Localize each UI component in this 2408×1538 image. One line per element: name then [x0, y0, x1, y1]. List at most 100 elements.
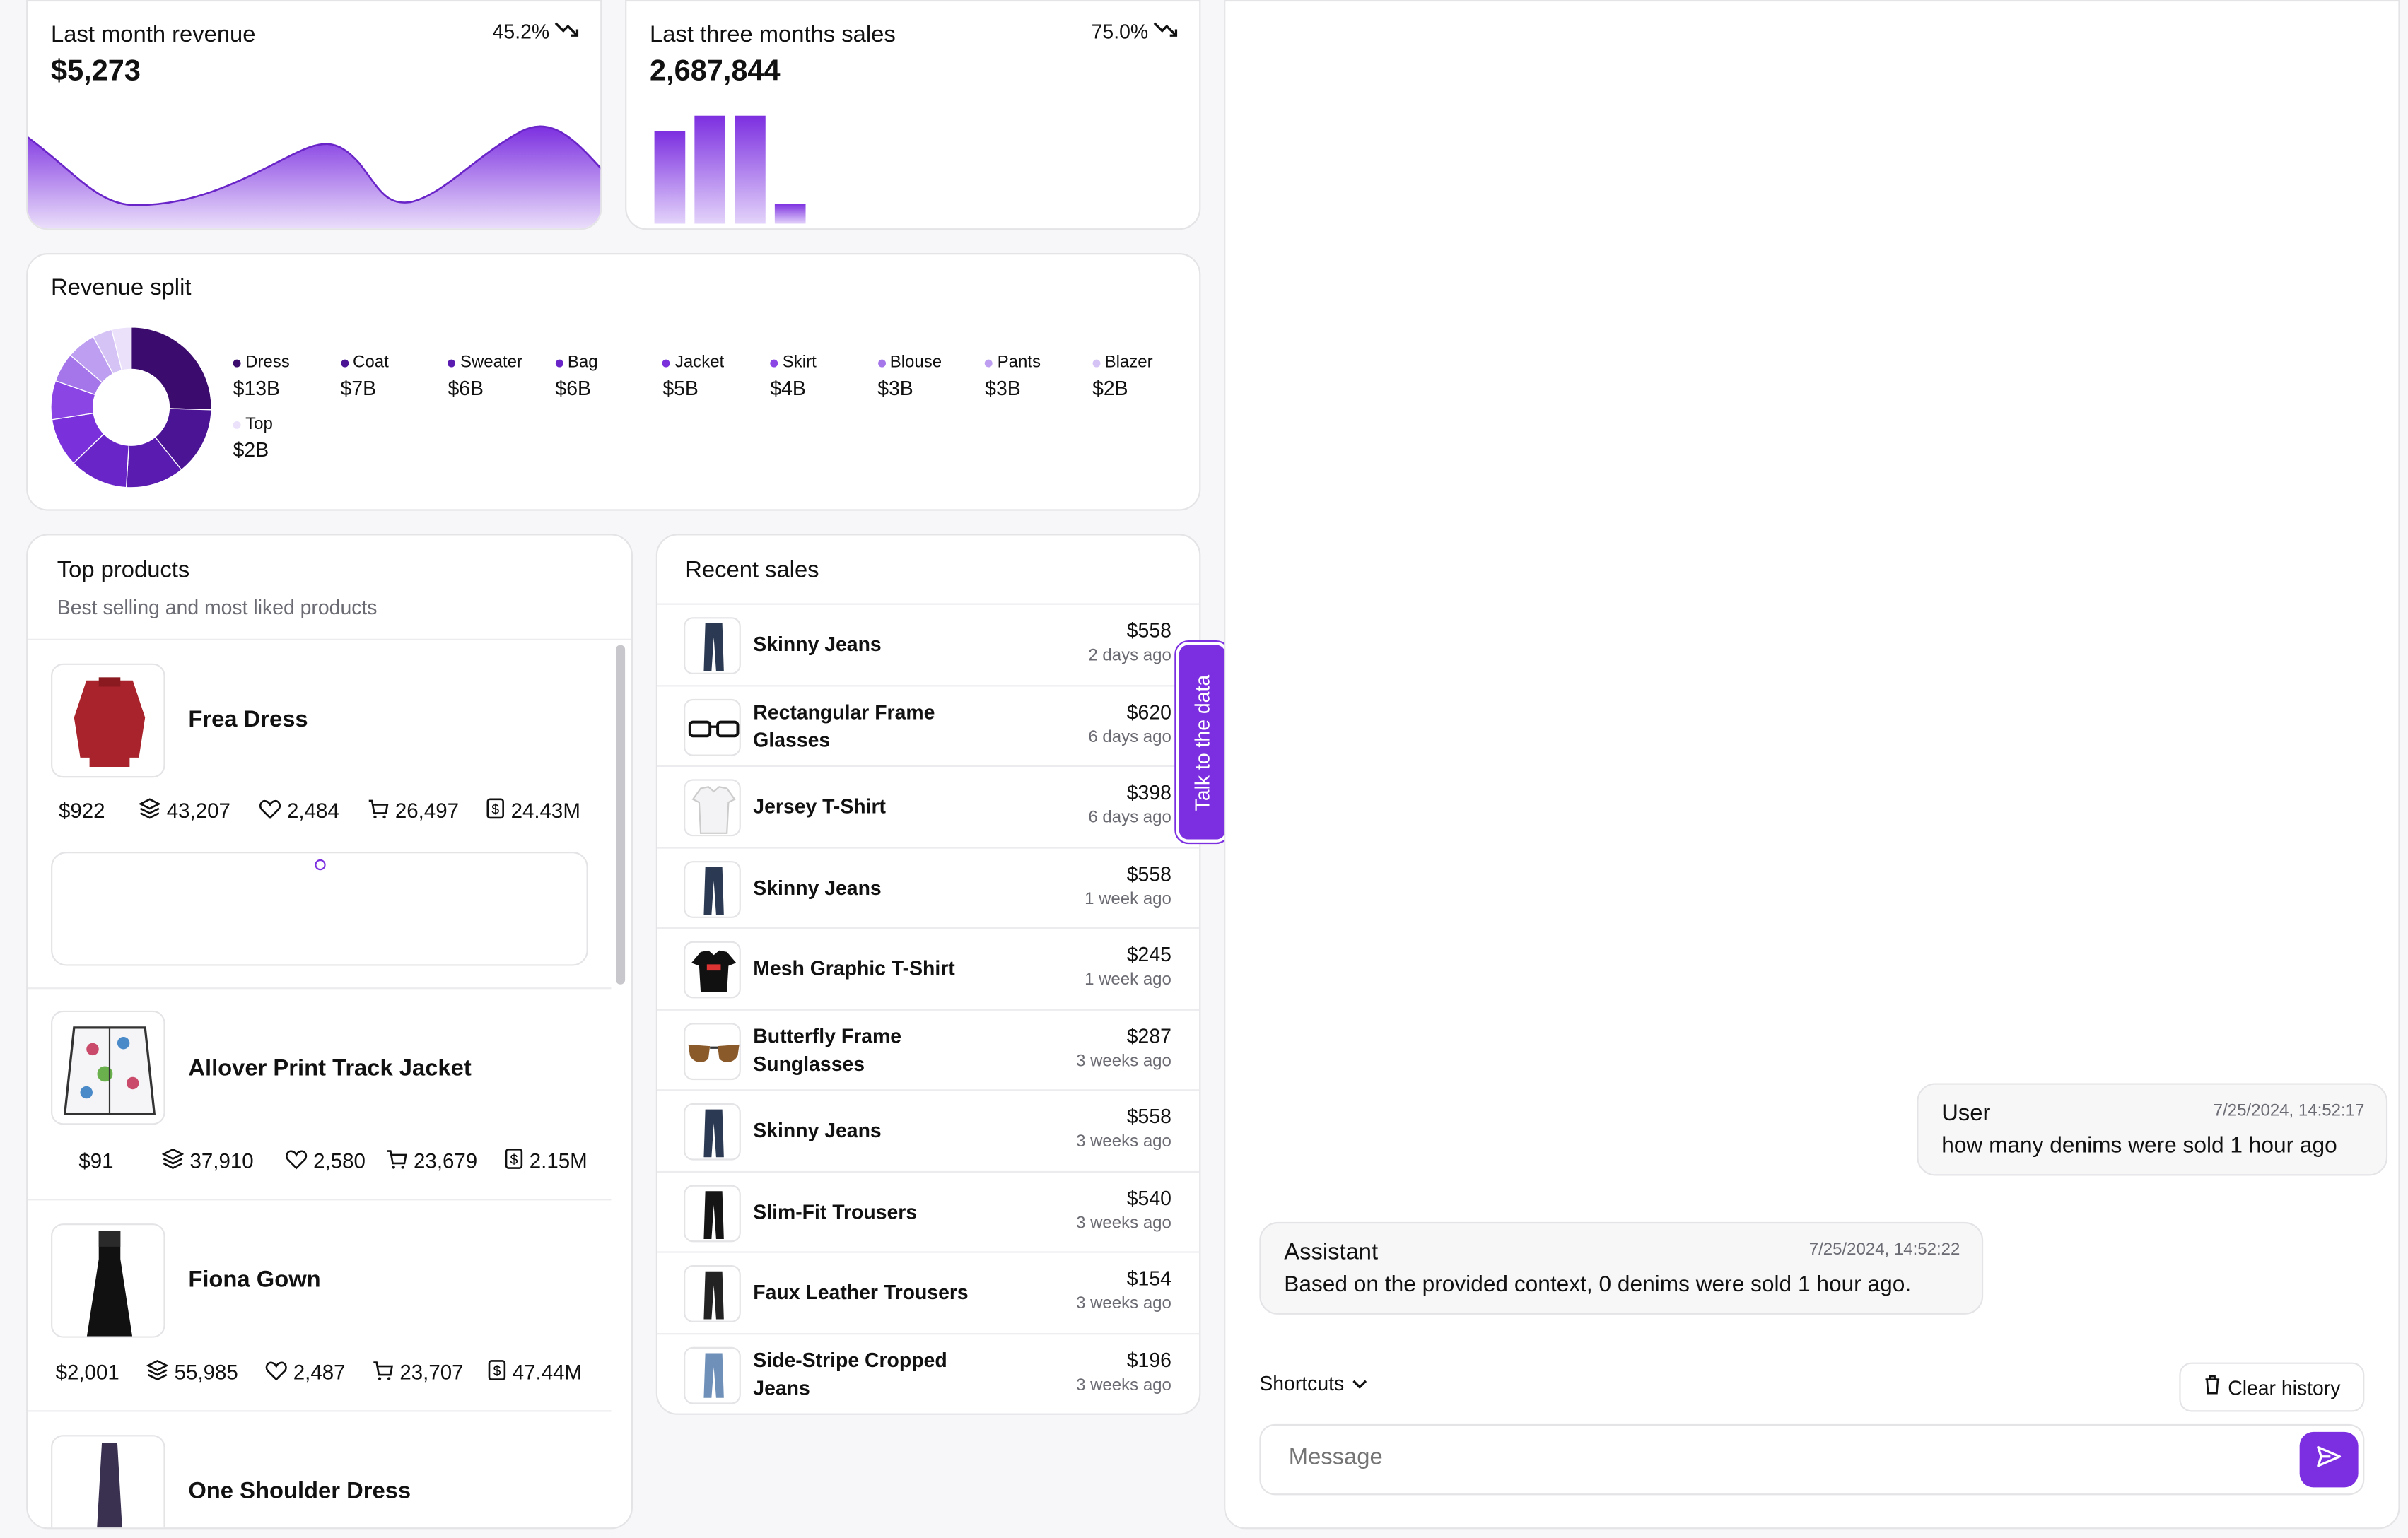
- bar: [735, 115, 766, 224]
- sale-row[interactable]: Rectangular Frame Glasses $620 6 days ag…: [657, 686, 1200, 767]
- kpi-percent: 45.2%: [493, 20, 579, 43]
- legend-label: Sweater: [460, 353, 523, 372]
- app-root: Last month revenue $5,273 45.2% Last thr…: [0, 0, 2407, 1538]
- assistant-message: Assistant 7/25/2024, 14:52:22 Based on t…: [1259, 1221, 1984, 1315]
- sale-row[interactable]: Faux Leather Trousers $154 3 weeks ago: [657, 1253, 1200, 1334]
- sale-row[interactable]: Slim-Fit Trousers $540 3 weeks ago: [657, 1172, 1200, 1253]
- sale-product-name: Rectangular Frame Glasses: [753, 699, 935, 751]
- legend-item: Sweater $6B: [448, 353, 522, 399]
- likes-value: 2,580: [313, 1149, 366, 1173]
- trend-down-icon: [1153, 20, 1178, 43]
- sale-row[interactable]: Butterfly Frame Sunglasses $287 3 weeks …: [657, 1010, 1200, 1091]
- product-item[interactable]: Frea Dress $922 43,207 2,484 26,497 $24.…: [28, 640, 612, 990]
- legend-item: Jacket $5B: [662, 353, 724, 399]
- sale-product-image: [684, 941, 741, 999]
- sale-product-name: Skinny Jeans: [753, 875, 882, 899]
- legend-dot: [1092, 358, 1101, 367]
- product-item[interactable]: Allover Print Track Jacket $91 37,910 2,…: [28, 989, 612, 1201]
- product-item[interactable]: One Shoulder Dress: [28, 1411, 611, 1528]
- sale-amount: $287: [1126, 1023, 1171, 1047]
- product-name: Fiona Gown: [188, 1267, 321, 1293]
- sale-amount: $398: [1126, 780, 1171, 804]
- talk-to-data-tab[interactable]: Talk to the data: [1174, 640, 1230, 845]
- likes-value: 2,484: [287, 799, 339, 823]
- shortcuts-label: Shortcuts: [1259, 1371, 1345, 1395]
- kpi-value: $5,273: [51, 55, 141, 88]
- sale-product-image: [684, 1103, 741, 1161]
- legend-dot: [985, 358, 993, 367]
- sale-row[interactable]: Skinny Jeans $558 2 days ago: [657, 605, 1200, 686]
- message-input-box[interactable]: [1259, 1423, 2365, 1496]
- sale-row[interactable]: Skinny Jeans $558 3 weeks ago: [657, 1091, 1200, 1172]
- layers-icon: [161, 1148, 185, 1174]
- kpi-percent: 75.0%: [1092, 20, 1178, 43]
- message-input[interactable]: [1288, 1444, 2215, 1471]
- revenue-stat: $2.15M: [505, 1148, 588, 1174]
- layers-icon: [138, 798, 161, 824]
- sale-product-name: Slim-Fit Trousers: [753, 1199, 918, 1223]
- svg-text:$: $: [491, 802, 499, 818]
- card-title: Revenue split: [51, 274, 192, 301]
- legend-item: Top $2B: [233, 415, 273, 462]
- chat-panel: User 7/25/2024, 14:52:17 how many denims…: [1224, 0, 2400, 1530]
- sale-amount: $196: [1126, 1347, 1171, 1371]
- clear-history-button[interactable]: Clear history: [2179, 1362, 2365, 1412]
- heart-icon: [286, 1149, 308, 1173]
- cart-icon: [368, 799, 390, 823]
- likes-stat: 2,484: [259, 798, 368, 824]
- product-name: Allover Print Track Jacket: [188, 1055, 472, 1082]
- sale-row[interactable]: Skinny Jeans $558 1 week ago: [657, 848, 1200, 929]
- kpi-title: Last three months sales: [650, 21, 896, 48]
- message-text: Based on the provided context, 0 denims …: [1284, 1272, 1912, 1298]
- stock-stat: 37,910: [161, 1148, 286, 1174]
- legend-dot: [233, 420, 241, 428]
- kpi-title: Last month revenue: [51, 21, 256, 48]
- shortcuts-dropdown[interactable]: Shortcuts: [1259, 1372, 1367, 1395]
- sale-row[interactable]: Mesh Graphic T-Shirt $245 1 week ago: [657, 929, 1200, 1010]
- likes-stat: 2,580: [286, 1148, 386, 1174]
- bar: [774, 204, 806, 224]
- svg-text:$: $: [493, 1363, 501, 1379]
- legend-value: $3B: [877, 376, 913, 400]
- sale-row[interactable]: Jersey T-Shirt $398 6 days ago: [657, 767, 1200, 848]
- product-item[interactable]: Fiona Gown $2,001 55,985 2,487 23,707 $4…: [28, 1200, 612, 1412]
- receipt-icon: $: [486, 798, 505, 824]
- legend-value: $6B: [448, 376, 484, 400]
- legend-item: Coat $7B: [340, 353, 389, 400]
- legend-label: Blouse: [889, 353, 942, 372]
- legend-label: Coat: [353, 353, 389, 372]
- legend-label: Pants: [997, 353, 1041, 372]
- price-value: $91: [78, 1149, 114, 1173]
- loading-indicator: [315, 859, 326, 871]
- top-products-card: Top products Best selling and most liked…: [26, 534, 633, 1530]
- scrollbar[interactable]: [616, 645, 626, 985]
- revenue-value: 24.43M: [510, 799, 580, 823]
- price-stat: $922: [59, 798, 139, 824]
- sale-row[interactable]: Side-Stripe Cropped Jeans $196 3 weeks a…: [657, 1334, 1199, 1413]
- sale-product-name: Skinny Jeans: [753, 633, 882, 656]
- sale-product-image: [684, 1022, 741, 1080]
- sale-amount: $620: [1126, 699, 1171, 723]
- sale-time-ago: 2 days ago: [1088, 646, 1171, 665]
- likes-stat: 2,487: [265, 1359, 372, 1385]
- message-timestamp: 7/25/2024, 14:52:22: [1808, 1240, 1960, 1260]
- sale-product-image: [684, 1184, 741, 1242]
- legend-label: Blazer: [1104, 353, 1153, 372]
- product-image: [51, 1435, 165, 1528]
- sale-product-image: [684, 698, 741, 756]
- sale-product-image: [684, 860, 741, 917]
- stock-value: 55,985: [174, 1361, 238, 1385]
- sale-product-name: Skinny Jeans: [753, 1118, 882, 1142]
- likes-value: 2,487: [293, 1361, 346, 1385]
- legend-item: Dress $13B: [233, 353, 290, 399]
- sale-amount: $558: [1126, 618, 1171, 642]
- stock-value: 43,207: [166, 799, 230, 823]
- legend-dot: [555, 358, 563, 367]
- orders-stat: 23,707: [372, 1359, 488, 1385]
- kpi-card-sales: Last three months sales 2,687,844 75.0%: [625, 0, 1201, 230]
- message-text: how many denims were sold 1 hour ago: [1941, 1134, 2337, 1159]
- send-button[interactable]: [2299, 1431, 2359, 1488]
- legend-item: Bag $6B: [555, 353, 598, 399]
- product-image: [51, 1010, 165, 1125]
- legend-value: $7B: [340, 376, 377, 400]
